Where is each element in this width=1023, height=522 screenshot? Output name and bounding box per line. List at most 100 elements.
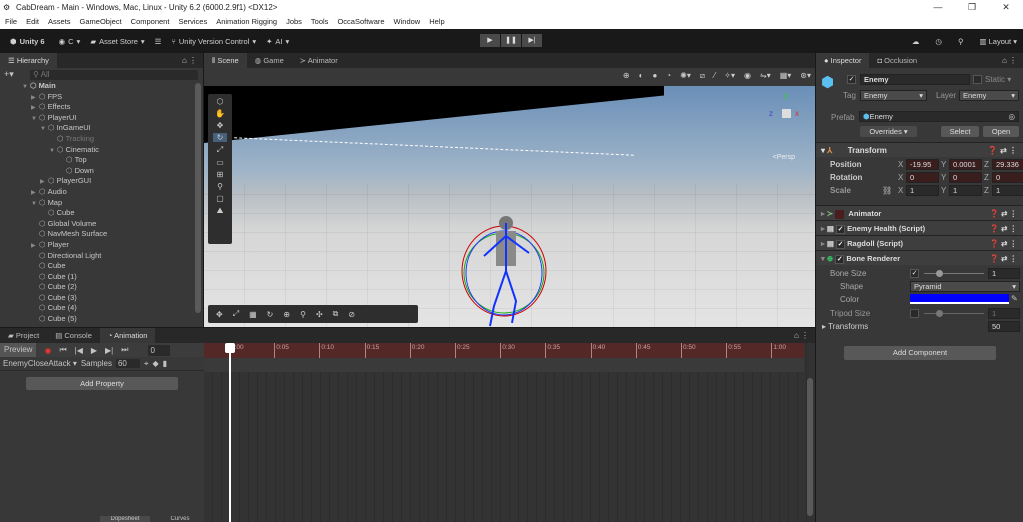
grid-icon[interactable]: ▦▾ — [780, 71, 792, 81]
persp-label[interactable]: <Persp — [773, 154, 795, 161]
menu-occasoftware[interactable]: OccaSoftware — [337, 15, 384, 29]
move-icon[interactable]: ✥ — [216, 310, 223, 319]
scale-y-field[interactable]: 1 — [949, 185, 982, 196]
first-key-button[interactable]: ⏮ — [59, 345, 66, 355]
layer-dropdown[interactable]: Enemy ▾ — [959, 90, 1019, 101]
minimize-button[interactable]: — — [921, 0, 955, 15]
tripod-size-field[interactable]: 1 — [988, 308, 1020, 319]
component-menu-icons[interactable]: ❓ ⇄ ⋮ — [988, 143, 1017, 158]
position-y-field[interactable]: 0.0001 — [949, 159, 982, 170]
hierarchy-item[interactable]: ⬡ Cube — [22, 208, 203, 219]
tab-project[interactable]: ▰ Project — [0, 328, 47, 343]
expand-arrow-icon[interactable]: ▼ — [22, 82, 30, 93]
dopesheet-tab[interactable]: Dopesheet — [100, 516, 150, 522]
eyedropper-icon[interactable]: ✎ — [1011, 294, 1018, 303]
view-tool-icon[interactable]: ⬡ — [217, 97, 224, 106]
add-button[interactable]: +▾ — [4, 69, 14, 80]
menu-edit[interactable]: Edit — [26, 15, 39, 29]
expand-arrow-icon[interactable]: ▶ — [31, 241, 39, 252]
tab-hierarchy[interactable]: ☰ Hierarchy — [0, 53, 57, 68]
move-tool-icon[interactable]: ✥ — [217, 121, 224, 130]
search-icon[interactable]: ⚲ — [958, 37, 964, 46]
prev-key-button[interactable]: |◀ — [75, 346, 83, 355]
version-control-dropdown[interactable]: ⑂ Unity Version Control ▾ — [171, 37, 256, 46]
tripod-size-slider[interactable] — [924, 310, 984, 317]
select-button[interactable]: Select — [941, 126, 979, 137]
bone-size-checkbox[interactable]: ✓ — [910, 269, 919, 278]
scale-z-field[interactable]: 1 — [992, 185, 1023, 196]
audio-icon[interactable]: ⁄ — [714, 71, 715, 81]
shading-solid-icon[interactable]: ● — [652, 71, 657, 81]
custom-tool-icon[interactable]: ⚲ — [217, 182, 223, 191]
tab-occlusion[interactable]: ◘ Occlusion — [869, 53, 925, 68]
panel-menu-icon[interactable]: ⌂ ⋮ — [794, 331, 809, 340]
effects-icon[interactable]: ✧▾ — [724, 71, 735, 81]
time-ruler[interactable]: 0:00 0:05 0:10 0:15 0:20 0:25 0:30 0:35 0:40 0:45… — [204, 343, 804, 358]
hierarchy-item[interactable]: ▼ ⬡ Cinematic — [22, 145, 203, 156]
pivot-icon[interactable]: ⊕ — [283, 310, 290, 319]
transform-tool-icon[interactable]: ⊞ — [217, 170, 224, 179]
hierarchy-item[interactable]: ⬡ NavMesh Surface — [22, 229, 203, 240]
position-x-field[interactable]: -19.95 — [906, 159, 939, 170]
menu-services[interactable]: Services — [178, 15, 207, 29]
terrain-tool-icon[interactable]: ⛰ — [217, 206, 224, 216]
cloud-icon[interactable]: ☁ — [912, 37, 920, 46]
step-button[interactable]: ▶| — [522, 34, 542, 47]
expand-arrow-icon[interactable]: ▼ — [49, 146, 57, 157]
ragdoll-checkbox[interactable]: ✓ — [836, 239, 846, 249]
shape-dropdown[interactable]: Pyramid ▾ — [910, 281, 1020, 292]
hierarchy-item[interactable]: ▶ ⬡ Player — [22, 240, 203, 251]
rotate-icon[interactable]: ↻ — [267, 310, 274, 319]
lock-icon[interactable]: ⌂ ⋮ — [182, 56, 197, 65]
hierarchy-item[interactable]: ▶ ⬡ PlayerGUI — [22, 176, 203, 187]
hierarchy-item[interactable]: ⬡ Cube (4) — [22, 303, 203, 314]
hierarchy-item[interactable]: ▼ ⬡ PlayerUI — [22, 113, 203, 124]
hierarchy-item[interactable]: ▶ ⬡ Effects — [22, 102, 203, 113]
hierarchy-search-input[interactable]: ⚲ All — [30, 70, 198, 80]
tab-console[interactable]: ▤ Console — [47, 328, 100, 343]
asset-store-dropdown[interactable]: ▰ Asset Store ▾ — [90, 37, 144, 46]
rotation-x-field[interactable]: 0 — [906, 172, 939, 183]
frame-field[interactable]: 0 — [148, 344, 171, 356]
clip-dropdown[interactable]: EnemyCloseAttack ▾ — [3, 359, 77, 368]
enemy-health-component-header[interactable]: ▸ ▤ ✓ Enemy Health (Script) ❓ ⇄ ⋮ — [816, 220, 1023, 235]
rotate-tool-icon[interactable]: ↻ — [212, 133, 228, 142]
hierarchy-item[interactable]: ▼ ⬡ Main — [22, 81, 203, 92]
gizmos-icon[interactable]: ⊛▾ — [800, 71, 811, 81]
box-tool-icon[interactable]: ▢ — [216, 194, 224, 203]
visibility-icon[interactable]: ◉ — [744, 71, 751, 81]
2d-toggle-icon[interactable]: ⧄ — [700, 71, 705, 81]
expand-arrow-icon[interactable]: ▼ — [31, 199, 39, 210]
hierarchy-item[interactable]: ▶ ⬡ Audio — [22, 187, 203, 198]
hierarchy-item[interactable]: ⬡ Global Volume — [22, 219, 203, 230]
constrain-proportions-icon[interactable]: ⛓ — [882, 186, 892, 195]
hierarchy-item[interactable]: ⬡ Cube — [22, 261, 203, 272]
name-field[interactable]: Enemy — [860, 74, 970, 85]
overrides-dropdown[interactable]: Overrides ▾ — [860, 126, 917, 137]
hand-tool-icon[interactable]: ✋ — [215, 109, 225, 118]
hierarchy-item[interactable]: ⬡ Cube (1) — [22, 272, 203, 283]
lighting-icon[interactable]: ✺▾ — [680, 71, 691, 81]
layout-dropdown[interactable]: ▥ Layout ▾ — [979, 37, 1017, 46]
menu-component[interactable]: Component — [131, 15, 170, 29]
record-button[interactable]: ◉ — [44, 346, 51, 355]
tripod-checkbox[interactable] — [910, 309, 919, 318]
preview-button[interactable]: Preview — [0, 343, 37, 357]
pan-icon[interactable]: ✣ — [316, 310, 323, 319]
color-swatch[interactable] — [910, 294, 1009, 304]
menu-assets[interactable]: Assets — [48, 15, 71, 29]
static-checkbox[interactable] — [973, 75, 982, 84]
position-z-field[interactable]: 29.336 — [992, 159, 1023, 170]
curves-tab[interactable]: Curves — [160, 516, 200, 522]
hierarchy-item[interactable]: ⬡ Top — [22, 155, 203, 166]
prefab-field[interactable]: ⬢Enemy ◎ — [859, 111, 1019, 122]
scene-viewport[interactable]: yxz <Persp ⬡ ✋ ✥ ↻ ⤢ ▭ ⊞ ⚲ ▢ ⛰ ✥ ⤢ ▦ ↻ ⊕ ⚲ ✣ ⧉ ⊘ — [204, 86, 815, 327]
hierarchy-item[interactable]: ⬡ Cube (3) — [22, 293, 203, 304]
menu-animation-rigging[interactable]: Animation Rigging — [216, 15, 277, 29]
tab-animator[interactable]: ≻ Animator — [292, 53, 346, 68]
rotation-y-field[interactable]: 0 — [949, 172, 982, 183]
transforms-count-field[interactable]: 50 — [988, 321, 1020, 332]
shading-lit-icon[interactable]: ◔ — [666, 71, 671, 81]
bone-size-slider[interactable] — [924, 270, 984, 277]
ragdoll-component-header[interactable]: ▸ ▤ ✓ Ragdoll (Script) ❓ ⇄ ⋮ — [816, 235, 1023, 250]
